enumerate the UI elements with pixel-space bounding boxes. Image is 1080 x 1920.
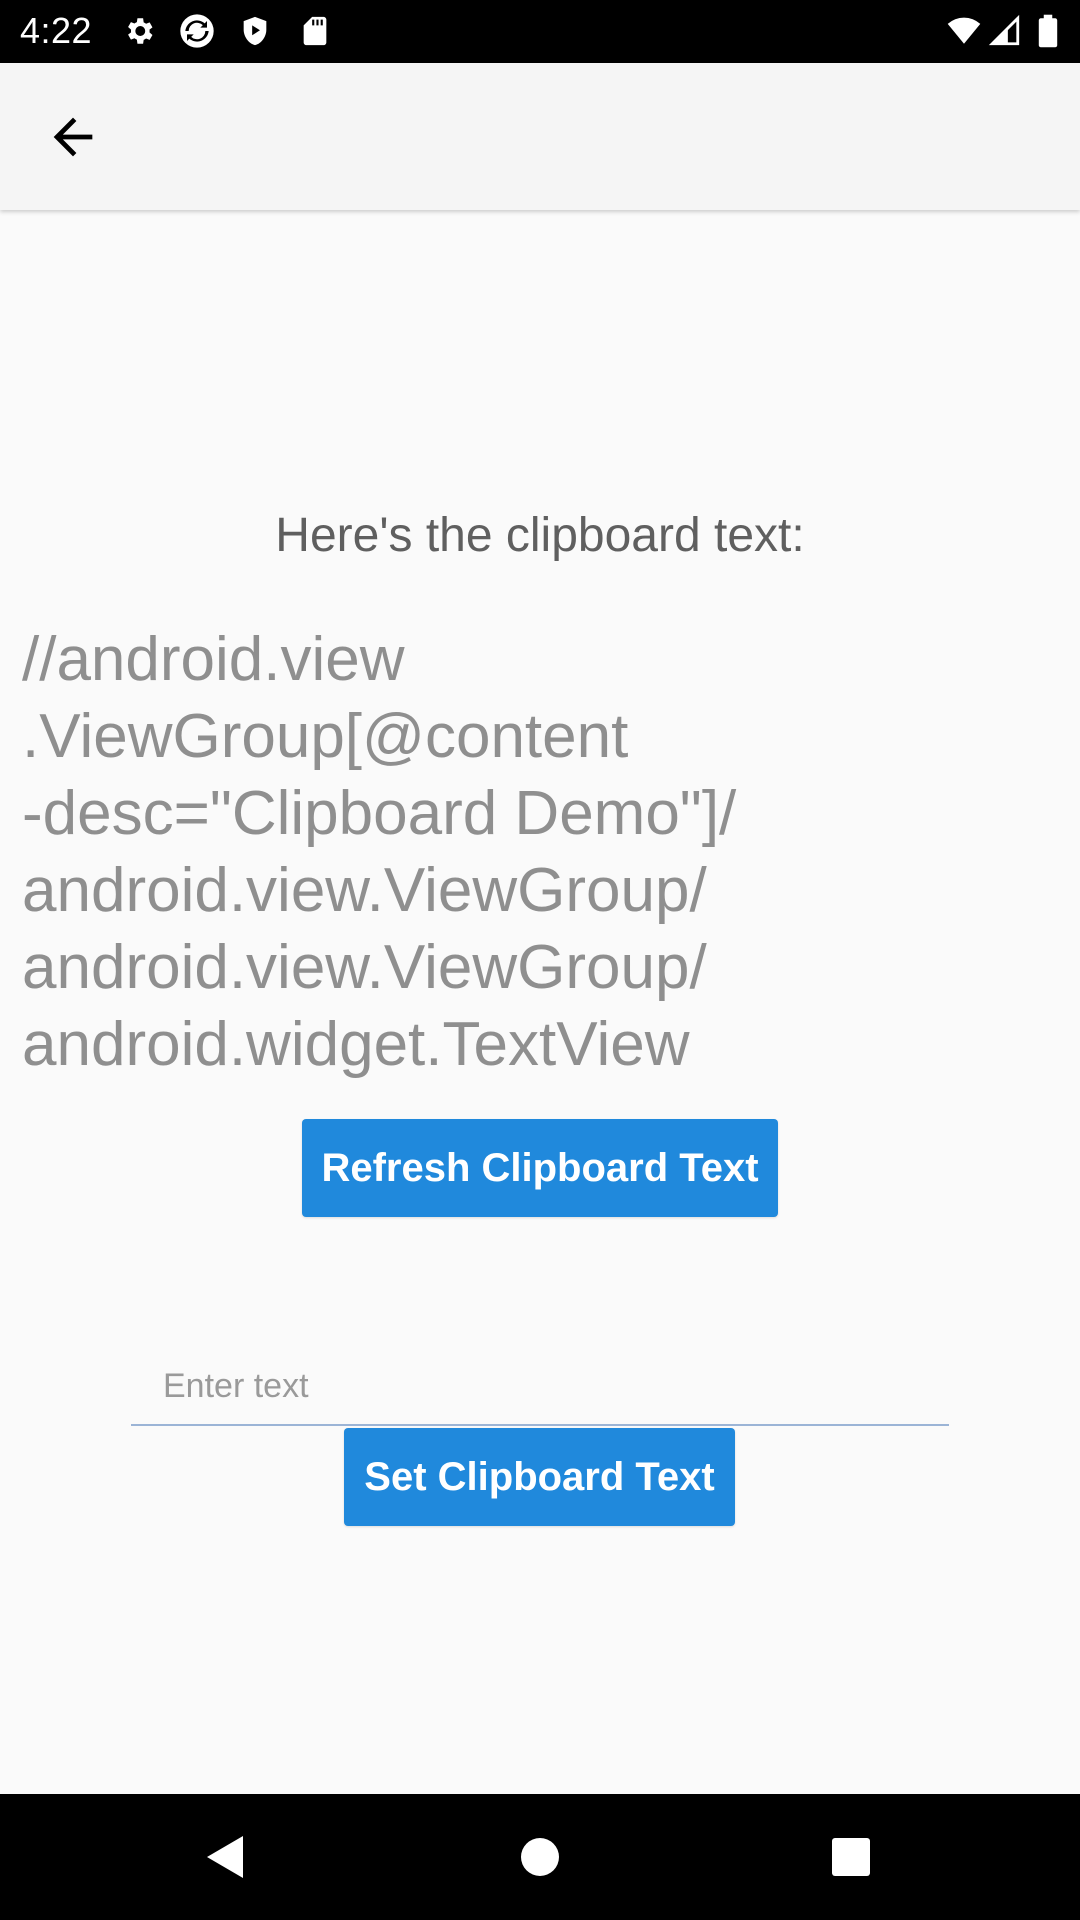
settings-icon [122,14,156,48]
signal-icon [988,14,1022,48]
wifi-icon [944,14,984,48]
nav-home-button[interactable] [507,1824,573,1890]
back-button[interactable] [34,103,112,171]
status-time: 4:22 [20,10,93,51]
status-bar: 4:22 [0,0,1080,63]
refresh-clipboard-button[interactable]: Refresh Clipboard Text [302,1119,778,1217]
arrow-back-icon [53,117,93,157]
screen: 4:22 Here's the clipboard text: //androi… [0,0,1080,1920]
battery-icon [1036,14,1060,48]
shield-play-icon [238,14,272,48]
app-bar [0,63,1080,210]
sd-card-icon [298,14,332,48]
back-triangle-icon [207,1836,243,1878]
clipboard-text-input[interactable] [131,1348,949,1426]
clipboard-heading: Here's the clipboard text: [275,509,805,562]
home-circle-icon [521,1838,559,1876]
recents-square-icon [832,1838,870,1876]
sync-icon [177,11,217,51]
set-clipboard-button[interactable]: Set Clipboard Text [344,1428,735,1526]
nav-back-button[interactable] [192,1824,258,1890]
clipboard-text: //android.view .ViewGroup[@content -desc… [22,625,737,1079]
nav-recents-button[interactable] [818,1824,884,1890]
navigation-bar [0,1794,1080,1920]
